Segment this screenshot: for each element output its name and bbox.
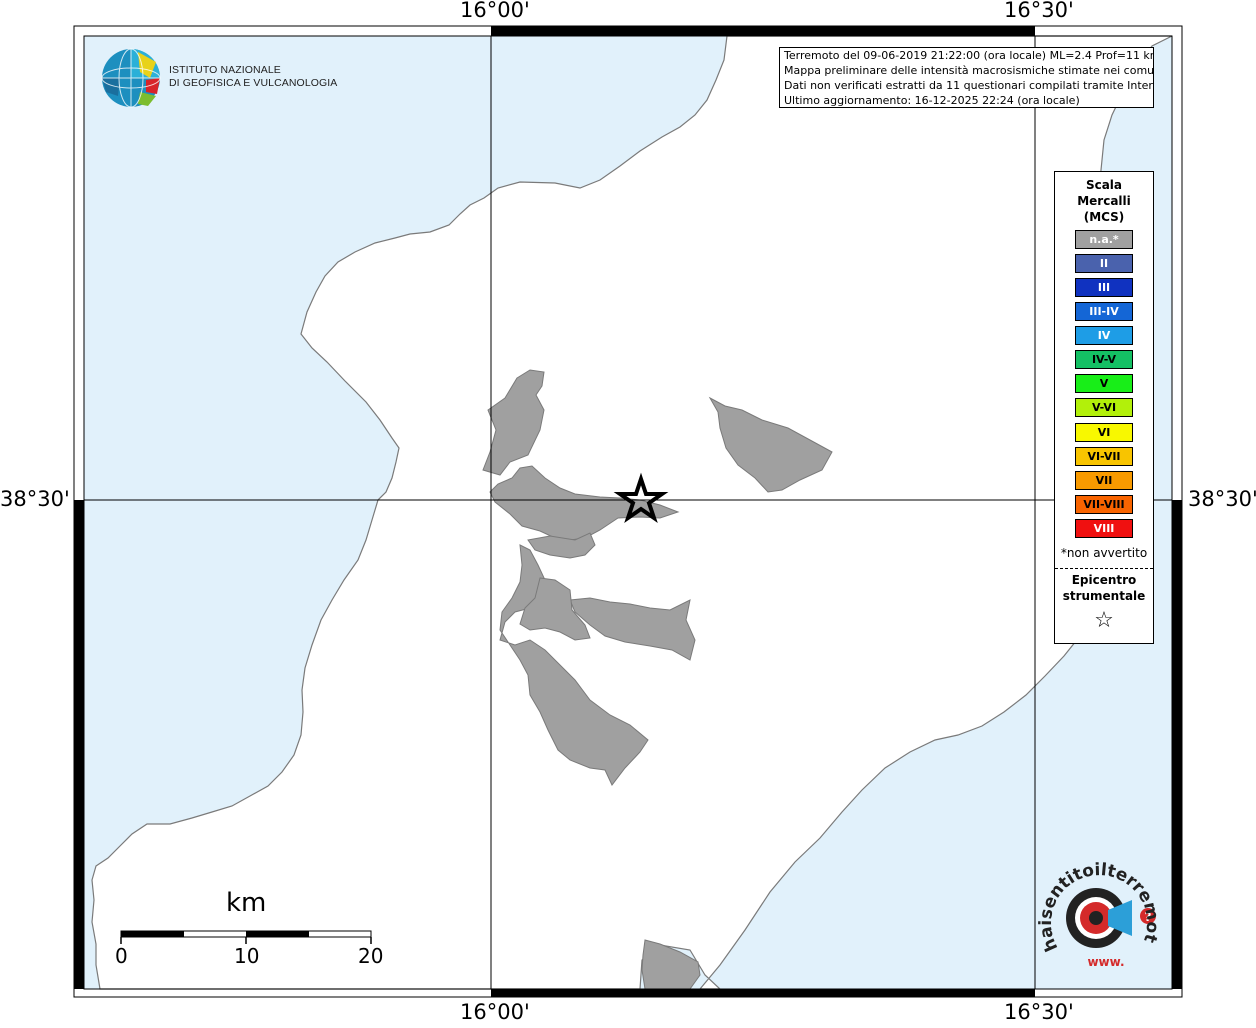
lon-label-top-1: 16°00' <box>460 0 530 22</box>
legend-title-line: Mercalli <box>1077 194 1131 208</box>
seismo-logo-icon: ? haisentitoilterremoto.it www. <box>1030 833 1162 969</box>
legend-class: V-VI <box>1075 398 1133 417</box>
legend-class: VI-VII <box>1075 447 1133 466</box>
legend-class: VIII <box>1075 519 1133 538</box>
intensity-legend: Scala Mercalli (MCS) n.a.* II III III-IV… <box>1054 171 1154 644</box>
legend-class: VII-VIII <box>1075 495 1133 514</box>
lon-label-bottom-2: 16°30' <box>1004 1000 1074 1024</box>
legend-class: III <box>1075 278 1133 297</box>
legend-class: n.a.* <box>1075 230 1133 249</box>
legend-title: Scala Mercalli (MCS) <box>1055 177 1153 225</box>
watermark-prefix: www. <box>1087 955 1124 969</box>
legend-class: III-IV <box>1075 302 1133 321</box>
legend-class: IV <box>1075 326 1133 345</box>
legend-class: V <box>1075 374 1133 393</box>
legend-class: VII <box>1075 471 1133 490</box>
legend-class: VI <box>1075 423 1133 442</box>
legend-epicenter-line: strumentale <box>1062 589 1146 603</box>
ingv-name-line2: DI GEOFISICA E VULCANOLOGIA <box>169 77 338 89</box>
lon-label-bottom-1: 16°00' <box>460 1000 530 1024</box>
legend-class: II <box>1075 254 1133 273</box>
legend-epicenter-label: Epicentro strumentale <box>1055 572 1153 604</box>
scale-tick-label: 20 <box>358 944 384 968</box>
legend-separator <box>1055 568 1153 569</box>
scale-tick-label: 10 <box>234 944 260 968</box>
lat-label-left: 38°30' <box>0 487 70 511</box>
haisentito-logo: ? haisentitoilterremoto.it www. <box>1030 833 1166 978</box>
info-line-1: Terremoto del 09-06-2019 21:22:00 (ora l… <box>784 49 1154 62</box>
star-icon: ☆ <box>1094 608 1114 633</box>
scale-unit: km <box>226 888 267 918</box>
legend-title-line: Scala <box>1085 178 1123 192</box>
scale-tick-label: 0 <box>115 944 128 968</box>
lat-label-right: 38°30' <box>1188 487 1256 511</box>
globe-icon <box>101 48 161 108</box>
info-line-2: Mappa preliminare delle intensità macros… <box>784 64 1154 77</box>
legend-class: IV-V <box>1075 350 1133 369</box>
info-line-4: Ultimo aggiornamento: 16-12-2025 22:24 (… <box>784 94 1080 107</box>
ingv-name-line1: ISTITUTO NAZIONALE <box>169 64 281 76</box>
legend-epicenter-line: Epicentro <box>1071 573 1137 587</box>
legend-note: *non avvertito <box>1060 546 1148 560</box>
lon-label-top-2: 16°30' <box>1004 0 1074 22</box>
event-info-box: Terremoto del 09-06-2019 21:22:00 (ora l… <box>779 47 1154 108</box>
info-line-3: Dati non verificati estratti da 11 quest… <box>784 79 1154 92</box>
legend-title-line: (MCS) <box>1083 210 1125 224</box>
ingv-name: ISTITUTO NAZIONALE DI GEOFISICA E VULCAN… <box>169 64 337 90</box>
